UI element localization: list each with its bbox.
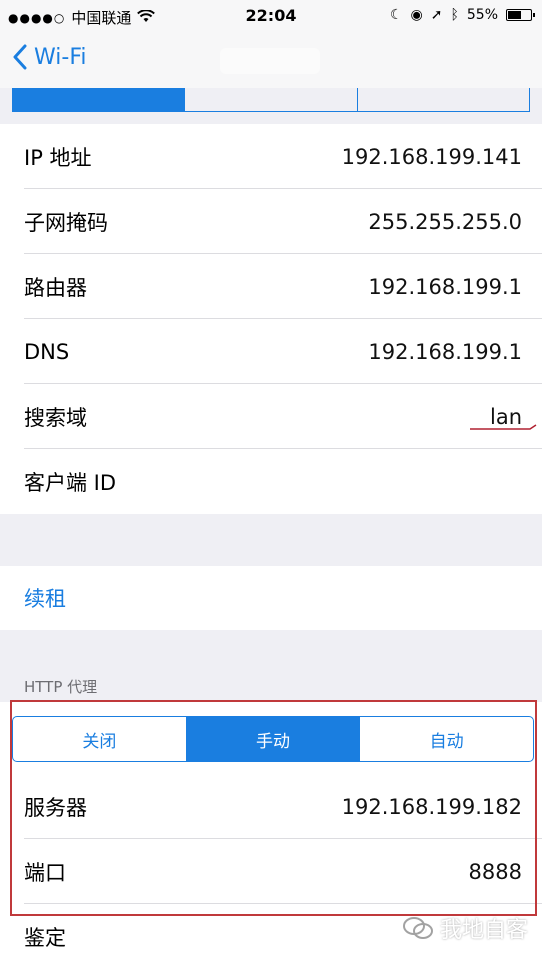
segment-manual[interactable]: 手动 bbox=[185, 717, 360, 761]
row-label: 搜索域 bbox=[24, 405, 87, 430]
status-right: ☾ ◉ ➚ ᛒ 55% bbox=[389, 7, 535, 23]
dhcp-info-group: IP 地址 192.168.199.141 子网掩码 255.255.255.0… bbox=[0, 124, 542, 514]
renew-lease-label: 续租 bbox=[24, 587, 66, 611]
chevron-left-icon bbox=[13, 44, 27, 70]
status-bar: ●●●●○ 中国联通 22:04 ☾ ◉ ➚ ᛒ 55% bbox=[0, 0, 542, 34]
segment-auto[interactable]: 自动 bbox=[359, 717, 533, 761]
row-value: 192.168.199.141 bbox=[341, 144, 522, 169]
row-ip-address: IP 地址 192.168.199.141 bbox=[0, 124, 542, 189]
row-value: 255.255.255.0 bbox=[368, 209, 522, 234]
battery-fill bbox=[508, 11, 522, 19]
battery-icon bbox=[506, 9, 535, 21]
row-label: 路由器 bbox=[24, 275, 87, 300]
annotation-underline bbox=[470, 424, 537, 430]
row-router: 路由器 192.168.199.1 bbox=[0, 254, 542, 319]
row-label: 客户端 ID bbox=[24, 470, 117, 495]
row-label: DNS bbox=[24, 339, 70, 364]
nav-bar: Wi-Fi bbox=[0, 34, 542, 88]
row-value: 192.168.199.1 bbox=[368, 274, 522, 299]
wechat-icon bbox=[402, 917, 433, 939]
battery-percent: 55% bbox=[466, 7, 498, 23]
watermark: 我地自客 bbox=[402, 912, 528, 944]
row-subnet-mask: 子网掩码 255.255.255.0 bbox=[0, 189, 542, 254]
row-label: 端口 bbox=[24, 860, 66, 885]
segment-off[interactable]: 关闭 bbox=[13, 717, 186, 761]
row-value: 8888 bbox=[468, 859, 522, 884]
http-proxy-header: HTTP 代理 bbox=[24, 678, 98, 696]
row-value: 192.168.199.182 bbox=[341, 794, 522, 819]
lock-rotation-icon: ◉ bbox=[410, 7, 423, 23]
row-client-id[interactable]: 客户端 ID bbox=[0, 449, 542, 514]
back-label: Wi-Fi bbox=[34, 44, 87, 70]
row-label: 服务器 bbox=[24, 795, 87, 820]
location-icon: ➚ bbox=[430, 7, 443, 23]
row-proxy-port[interactable]: 端口 8888 bbox=[0, 839, 542, 904]
back-button[interactable]: Wi-Fi bbox=[12, 44, 87, 70]
row-proxy-server[interactable]: 服务器 192.168.199.182 bbox=[0, 774, 542, 839]
renew-lease-button[interactable]: 续租 bbox=[0, 566, 542, 630]
row-dns[interactable]: DNS 192.168.199.1 bbox=[0, 319, 542, 384]
bluetooth-icon: ᛒ bbox=[450, 7, 459, 23]
watermark-text: 我地自客 bbox=[439, 918, 528, 943]
proxy-mode-cell: 关闭 手动 自动 bbox=[0, 702, 542, 784]
row-label: 子网掩码 bbox=[24, 210, 108, 235]
segment-dhcp[interactable] bbox=[13, 88, 185, 111]
segment-bootp[interactable] bbox=[184, 88, 356, 111]
row-value: 192.168.199.1 bbox=[368, 339, 522, 364]
moon-icon: ☾ bbox=[389, 7, 403, 23]
row-search-domain[interactable]: 搜索域 lan bbox=[0, 384, 542, 449]
row-label: 鉴定 bbox=[24, 925, 66, 950]
row-label: IP 地址 bbox=[24, 145, 92, 170]
proxy-mode-segmented-control[interactable]: 关闭 手动 自动 bbox=[12, 716, 534, 762]
segment-static[interactable] bbox=[356, 88, 529, 111]
nav-title-blurred bbox=[220, 48, 320, 74]
ip-mode-segmented-control[interactable] bbox=[12, 88, 530, 112]
